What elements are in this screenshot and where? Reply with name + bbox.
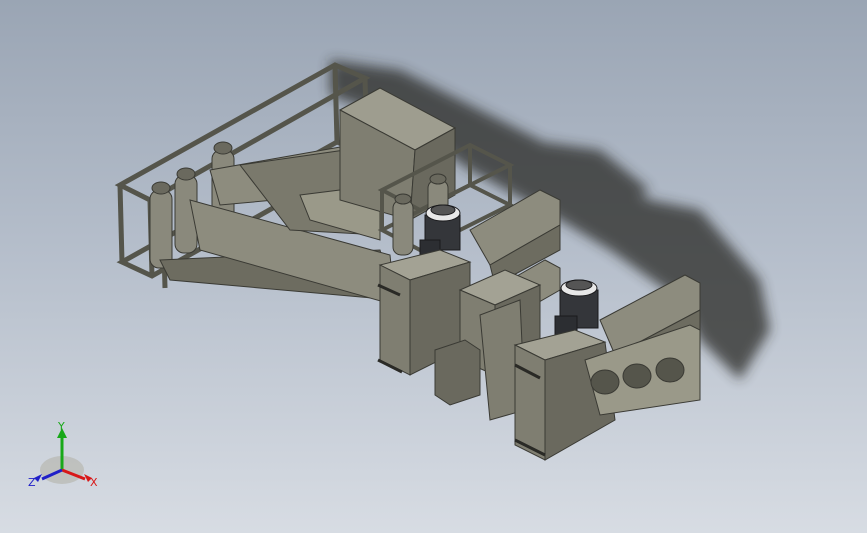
cad-graphics-viewport[interactable]: Y X Z (0, 0, 867, 533)
triad-z-label: Z (28, 476, 36, 489)
triad-y-label: Y (57, 420, 65, 433)
gear-motor-2[interactable] (554, 279, 599, 339)
assembly-model-view[interactable]: Y X Z (0, 0, 867, 533)
triad-x-label: X (90, 476, 98, 489)
coordinate-triad[interactable]: Y X Z (28, 420, 98, 489)
